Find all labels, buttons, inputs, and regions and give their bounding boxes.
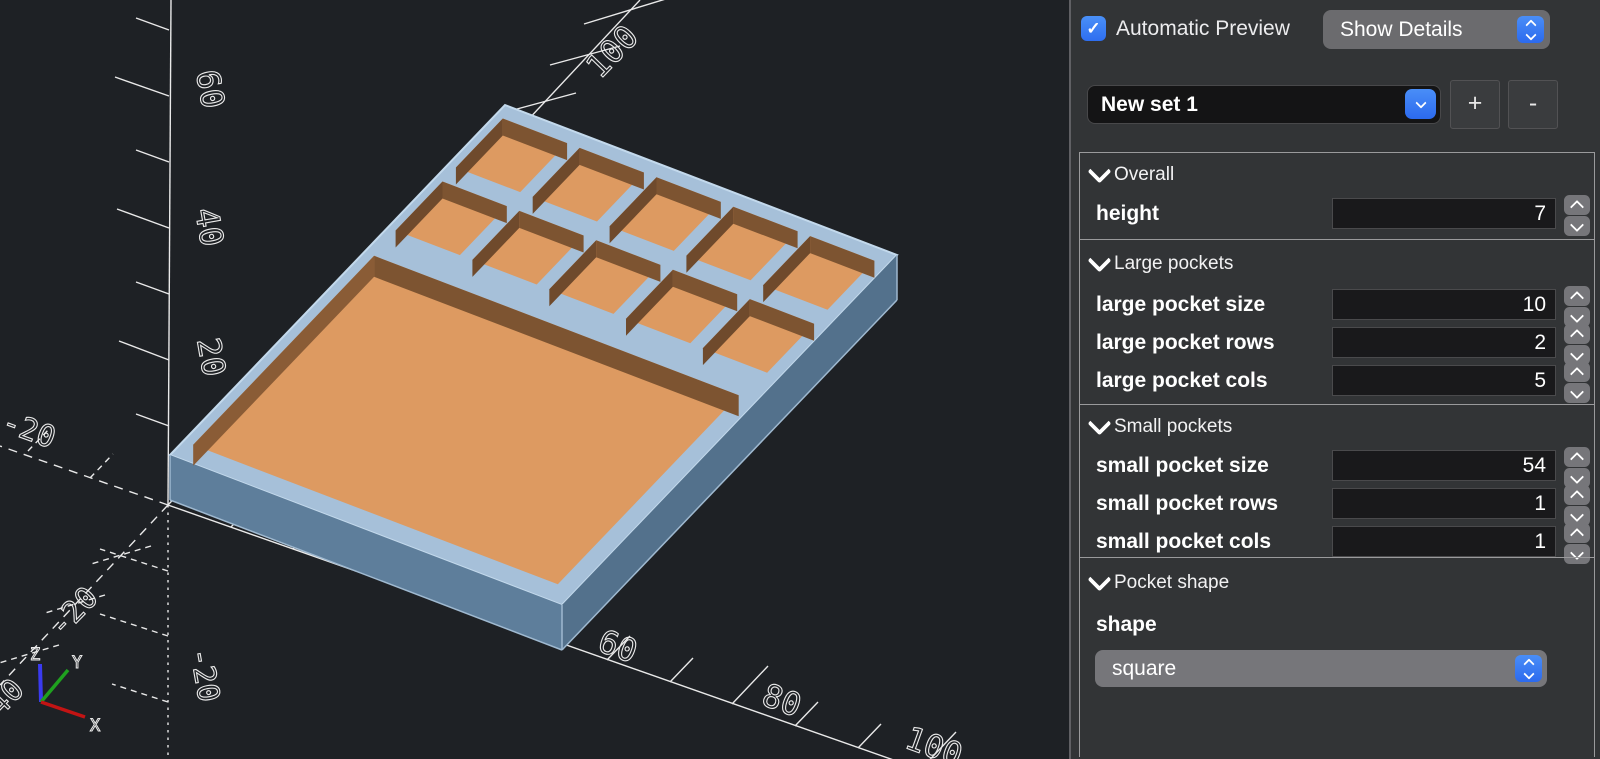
param-value: 54 bbox=[1522, 454, 1546, 477]
3d-viewport[interactable]: 60 40 20 60 80 100 100 -20 -20 -40 -20 Z… bbox=[0, 0, 1069, 759]
param-value: 7 bbox=[1534, 202, 1546, 225]
param-value: 5 bbox=[1534, 369, 1546, 392]
chevron-down-icon bbox=[1087, 411, 1112, 436]
param-label: height bbox=[1096, 202, 1159, 225]
stepper-up-button[interactable] bbox=[1564, 195, 1590, 215]
z-axis-label: 40 bbox=[187, 205, 231, 250]
param-label: large pocket cols bbox=[1096, 369, 1268, 392]
section-header-large-pockets[interactable]: Large pockets bbox=[1080, 240, 1594, 288]
z-axis-label: 20 bbox=[189, 335, 233, 380]
stepper-up-button[interactable] bbox=[1564, 324, 1590, 344]
param-row-height: height 7 bbox=[1080, 195, 1594, 236]
large-pocket-rows-input[interactable]: 2 bbox=[1332, 327, 1556, 358]
param-label: large pocket size bbox=[1096, 293, 1266, 316]
param-row-large-pocket-rows: large pocket rows 2 bbox=[1080, 324, 1594, 365]
large-pocket-size-input[interactable]: 10 bbox=[1332, 289, 1556, 320]
param-row-shape: shape bbox=[1080, 608, 1594, 644]
section-title: Small pockets bbox=[1114, 416, 1233, 437]
section-header-small-pockets[interactable]: Small pockets bbox=[1080, 405, 1594, 449]
chevron-down-icon bbox=[1569, 217, 1585, 232]
section-overall: Overall height 7 bbox=[1079, 152, 1595, 240]
preset-value: New set 1 bbox=[1101, 92, 1198, 116]
remove-preset-button[interactable]: - bbox=[1508, 80, 1558, 129]
stepper-up-button[interactable] bbox=[1564, 523, 1590, 543]
small-pocket-rows-input[interactable]: 1 bbox=[1332, 488, 1556, 519]
chevron-down-icon bbox=[1087, 159, 1112, 184]
chevron-up-icon bbox=[1569, 451, 1585, 466]
param-value: 2 bbox=[1534, 331, 1546, 354]
small-pocket-rows-stepper bbox=[1564, 485, 1590, 526]
automatic-preview-label: Automatic Preview bbox=[1116, 17, 1290, 40]
shape-select-value: square bbox=[1112, 656, 1177, 680]
chevron-up-icon bbox=[1569, 366, 1585, 381]
automatic-preview-checkbox[interactable]: ✓ bbox=[1081, 16, 1106, 41]
chevron-up-icon bbox=[1569, 328, 1585, 343]
section-header-pocket-shape[interactable]: Pocket shape bbox=[1080, 558, 1594, 608]
large-pocket-cols-stepper bbox=[1564, 362, 1590, 403]
stepper-up-button[interactable] bbox=[1564, 447, 1590, 467]
height-stepper bbox=[1564, 195, 1590, 236]
param-value: 1 bbox=[1534, 492, 1546, 515]
chevron-down-icon bbox=[1569, 507, 1585, 522]
section-title: Overall bbox=[1114, 164, 1175, 185]
chevron-down-icon bbox=[1087, 567, 1112, 592]
param-label: small pocket cols bbox=[1096, 530, 1272, 553]
parameter-sections: Overall height 7 Large pockets large poc… bbox=[1079, 152, 1595, 757]
chevron-up-icon bbox=[1569, 199, 1585, 214]
show-details-label: Show Details bbox=[1340, 17, 1463, 41]
updown-chevrons-icon bbox=[1517, 16, 1544, 43]
z-axis-label: 60 bbox=[188, 67, 232, 112]
customizer-panel: ✓ Automatic Preview Show Details New set… bbox=[1069, 0, 1600, 759]
chevron-up-icon bbox=[1569, 290, 1585, 305]
large-pocket-rows-stepper bbox=[1564, 324, 1590, 365]
preset-combobox[interactable]: New set 1 bbox=[1087, 85, 1441, 124]
stepper-down-button[interactable] bbox=[1564, 383, 1590, 403]
chevron-down-icon bbox=[1405, 89, 1436, 119]
param-row-large-pocket-cols: large pocket cols 5 bbox=[1080, 362, 1594, 403]
section-header-overall[interactable]: Overall bbox=[1080, 153, 1594, 197]
triad-y-label: Y bbox=[72, 653, 82, 673]
small-pocket-size-stepper bbox=[1564, 447, 1590, 488]
param-label: small pocket size bbox=[1096, 454, 1269, 477]
param-label: large pocket rows bbox=[1096, 331, 1275, 354]
small-pocket-cols-input[interactable]: 1 bbox=[1332, 526, 1556, 557]
stepper-down-button[interactable] bbox=[1564, 216, 1590, 236]
param-row-large-pocket-size: large pocket size 10 bbox=[1080, 286, 1594, 327]
stepper-up-button[interactable] bbox=[1564, 286, 1590, 306]
height-input[interactable]: 7 bbox=[1332, 198, 1556, 229]
small-pocket-size-input[interactable]: 54 bbox=[1332, 450, 1556, 481]
chevron-down-icon bbox=[1569, 469, 1585, 484]
param-value: 1 bbox=[1534, 530, 1546, 553]
shape-select[interactable]: square bbox=[1095, 650, 1547, 687]
chevron-down-icon bbox=[1569, 308, 1585, 323]
param-value: 10 bbox=[1522, 293, 1546, 316]
chevron-down-icon bbox=[1569, 346, 1585, 361]
section-small-pockets: Small pockets small pocket size 54 small… bbox=[1079, 404, 1595, 564]
section-pocket-shape: Pocket shape shape square bbox=[1079, 557, 1595, 757]
chevron-down-icon bbox=[1087, 248, 1112, 273]
updown-chevrons-icon bbox=[1515, 655, 1542, 682]
chevron-up-icon bbox=[1569, 489, 1585, 504]
section-title: Large pockets bbox=[1114, 253, 1234, 274]
checkmark-icon: ✓ bbox=[1086, 18, 1101, 38]
add-preset-button[interactable]: + bbox=[1450, 80, 1500, 129]
section-large-pockets: Large pockets large pocket size 10 large… bbox=[1079, 239, 1595, 405]
triad-z-label: Z bbox=[30, 645, 40, 665]
param-row-small-pocket-size: small pocket size 54 bbox=[1080, 447, 1594, 488]
param-row-small-pocket-rows: small pocket rows 1 bbox=[1080, 485, 1594, 526]
chevron-up-icon bbox=[1569, 527, 1585, 542]
stepper-up-button[interactable] bbox=[1564, 362, 1590, 382]
stepper-up-button[interactable] bbox=[1564, 485, 1590, 505]
show-details-popup[interactable]: Show Details bbox=[1323, 10, 1550, 49]
chevron-down-icon bbox=[1569, 384, 1585, 399]
large-pocket-size-stepper bbox=[1564, 286, 1590, 327]
param-label: shape bbox=[1096, 613, 1157, 636]
large-pocket-cols-input[interactable]: 5 bbox=[1332, 365, 1556, 396]
triad-x-label: X bbox=[90, 716, 101, 736]
section-title: Pocket shape bbox=[1114, 572, 1230, 593]
param-label: small pocket rows bbox=[1096, 492, 1279, 515]
app-window: 60 40 20 60 80 100 100 -20 -20 -40 -20 Z… bbox=[0, 0, 1600, 759]
